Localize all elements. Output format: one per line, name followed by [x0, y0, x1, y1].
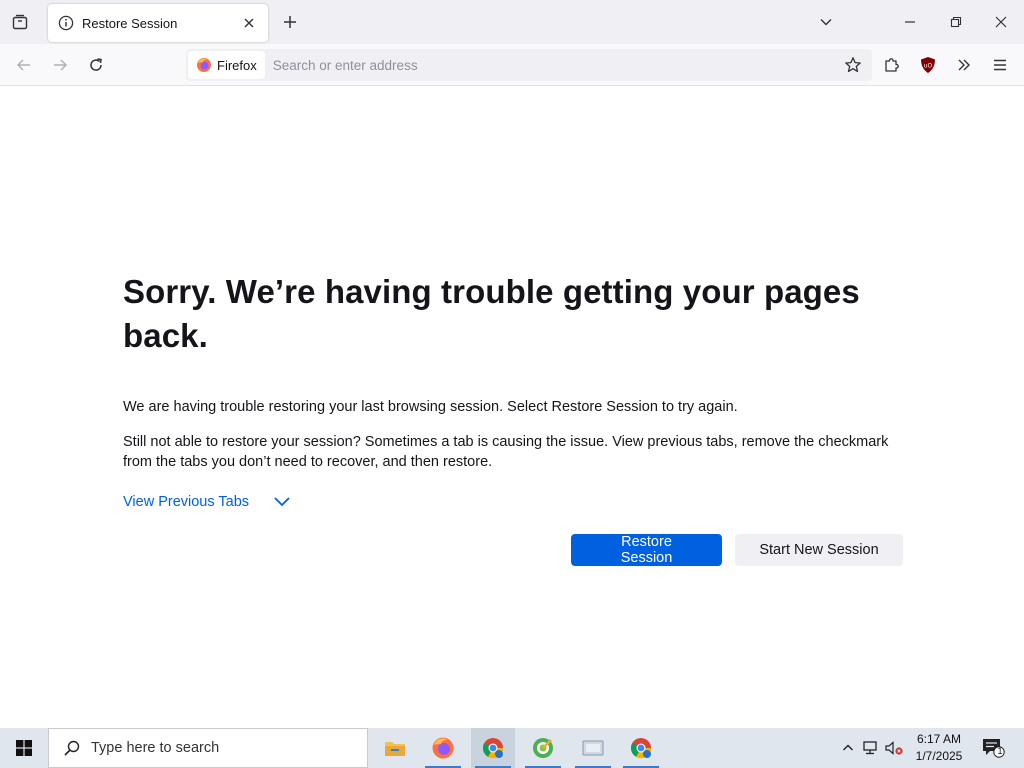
extensions-button[interactable]	[878, 51, 906, 79]
taskbar-app-window[interactable]	[571, 728, 615, 768]
start-button[interactable]	[0, 728, 48, 768]
new-tab-button[interactable]	[278, 10, 302, 34]
close-window-button[interactable]	[987, 8, 1015, 36]
url-input[interactable]	[272, 57, 813, 73]
close-icon	[244, 18, 254, 28]
taskbar-search-placeholder: Type here to search	[91, 740, 220, 756]
back-button[interactable]	[10, 51, 38, 79]
restore-session-button[interactable]: Restore Session	[571, 534, 722, 566]
notification-center-button[interactable]: 1	[980, 736, 1006, 760]
plus-icon	[284, 16, 296, 28]
chevron-down-icon	[820, 19, 832, 26]
app-menu-button[interactable]	[986, 51, 1014, 79]
tab-restore-session[interactable]: Restore Session	[48, 4, 268, 42]
page-title: Sorry. We’re having trouble getting your…	[123, 273, 860, 354]
tab-list-button[interactable]	[6, 8, 34, 36]
star-icon	[845, 57, 861, 73]
hamburger-icon	[994, 59, 1006, 71]
network-icon	[863, 741, 877, 755]
chevrons-right-icon	[958, 59, 970, 71]
start-new-session-button[interactable]: Start New Session	[735, 534, 903, 566]
windows-logo-icon	[16, 740, 32, 756]
clock-date: 1/7/2025	[915, 749, 963, 763]
taskbar-clock[interactable]: 6:17 AM 1/7/2025	[906, 731, 972, 765]
bookmark-button[interactable]	[840, 52, 866, 78]
url-bar[interactable]: Firefox	[186, 49, 872, 81]
identity-box[interactable]: Firefox	[188, 51, 265, 79]
view-previous-tabs-toggle[interactable]: View Previous Tabs	[123, 492, 903, 512]
overflow-menu-button[interactable]	[950, 51, 978, 79]
identity-label: Firefox	[217, 57, 257, 73]
tab-list-icon	[12, 14, 28, 30]
list-all-tabs-button[interactable]	[812, 8, 840, 36]
reload-button[interactable]	[82, 51, 110, 79]
error-message: We are having trouble restoring your las…	[123, 399, 738, 415]
taskbar-firefox[interactable]	[421, 728, 465, 768]
taskbar: Type here to search 6:17 AM 1/7/2025 1	[0, 728, 1024, 768]
window-app-icon	[582, 740, 604, 756]
close-window-icon	[995, 16, 1007, 28]
page-content: Sorry. We’re having trouble getting your…	[0, 86, 1024, 728]
forward-arrow-icon	[54, 59, 68, 71]
show-hidden-icons-button[interactable]	[838, 738, 858, 758]
notification-count: 1	[997, 746, 1003, 756]
network-tray-button[interactable]	[861, 738, 881, 758]
volume-tray-button[interactable]	[884, 738, 904, 758]
view-previous-tabs-label: View Previous Tabs	[123, 494, 250, 510]
shield-icon: uO	[921, 57, 935, 73]
minimize-button[interactable]	[896, 8, 924, 36]
error-hint: Still not able to restore your session? …	[123, 434, 889, 470]
forward-button[interactable]	[46, 51, 74, 79]
tab-title: Restore Session	[82, 15, 178, 31]
info-icon	[58, 15, 74, 31]
puzzle-icon	[885, 58, 899, 72]
search-icon	[64, 740, 80, 756]
restore-window-button[interactable]	[942, 8, 970, 36]
tab-close-button[interactable]	[240, 14, 258, 32]
navigation-toolbar: Firefox uO	[0, 44, 1024, 86]
action-buttons: Restore Session Start New Session	[571, 534, 903, 566]
session-restore-container: Sorry. We’re having trouble getting your…	[123, 270, 903, 566]
chevron-up-icon	[843, 744, 853, 751]
ublock-origin-button[interactable]: uO	[914, 51, 942, 79]
taskbar-app-green[interactable]	[521, 728, 565, 768]
chevron-down-icon	[273, 492, 293, 512]
folder-icon	[385, 742, 405, 756]
firefox-logo-icon	[197, 58, 211, 72]
app-icon	[533, 738, 553, 758]
back-arrow-icon	[16, 59, 30, 71]
volume-muted-icon	[885, 741, 903, 755]
chrome-icon	[482, 738, 504, 759]
minimize-icon	[905, 21, 915, 23]
reload-icon	[90, 58, 102, 71]
taskbar-file-explorer[interactable]	[373, 728, 417, 768]
chrome-icon	[630, 738, 652, 759]
clock-time: 6:17 AM	[916, 732, 962, 746]
tab-strip: Restore Session	[0, 0, 1024, 44]
taskbar-search-box[interactable]: Type here to search	[48, 728, 368, 768]
restore-window-icon	[950, 16, 962, 28]
taskbar-chrome-profile-1[interactable]	[471, 728, 515, 768]
firefox-logo-icon	[432, 737, 454, 759]
svg-text:uO: uO	[924, 63, 933, 70]
taskbar-chrome-profile-2[interactable]	[619, 728, 663, 768]
